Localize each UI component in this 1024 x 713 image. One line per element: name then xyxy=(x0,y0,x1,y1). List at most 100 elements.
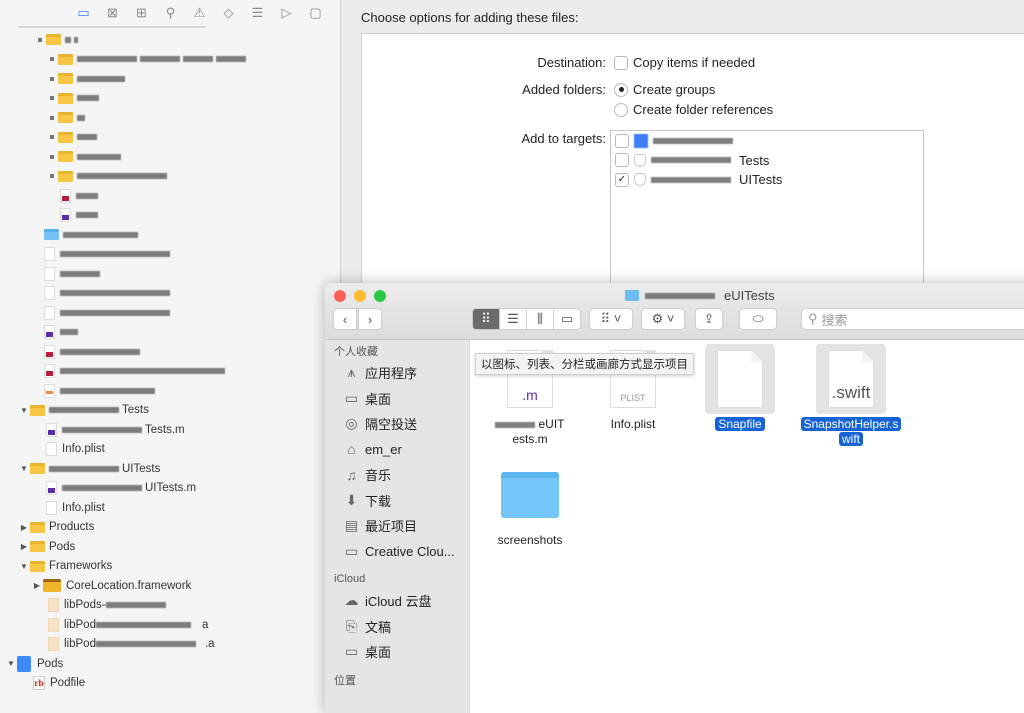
disclosure-collapsed-icon[interactable]: ▶ xyxy=(18,523,30,532)
tags-button[interactable]: ⬭ xyxy=(739,308,777,330)
folder-icon[interactable]: ▭ xyxy=(74,5,93,21)
radio[interactable] xyxy=(614,102,628,117)
disclosure-expanded-icon[interactable]: ▼ xyxy=(18,464,30,473)
tree-row[interactable]: Info.plist xyxy=(0,498,340,518)
disclosure-expanded-icon[interactable]: ▼ xyxy=(5,659,17,668)
sidebar-item-icloud-desktop[interactable]: ▭ 桌面 xyxy=(325,639,469,665)
sidebar-item-downloads[interactable]: ⬇ 下载 xyxy=(325,488,469,514)
file-item-snapfile[interactable]: Snapfile xyxy=(695,344,785,432)
warning-icon[interactable]: ⚠ xyxy=(190,5,209,21)
tree-row[interactable] xyxy=(0,323,340,343)
gear-icon[interactable]: ⚙ ˅ xyxy=(641,308,685,330)
tree-row[interactable] xyxy=(0,128,340,148)
back-button[interactable]: ‹ xyxy=(333,308,357,330)
close-button[interactable] xyxy=(334,290,346,302)
target-checkbox[interactable] xyxy=(615,153,629,168)
tag-icon[interactable]: ⬭ xyxy=(739,308,777,330)
tree-row-tests-group[interactable]: ▼ Tests xyxy=(0,401,340,421)
tree-row[interactable] xyxy=(0,108,340,128)
action-button[interactable]: ⚙ ˅ xyxy=(641,308,685,330)
sidebar-item-desktop[interactable]: ▭ 桌面 xyxy=(325,386,469,412)
disclosure-collapsed-icon[interactable]: ▶ xyxy=(18,542,30,551)
tree-row-pods-group[interactable]: ▶ Pods xyxy=(0,537,340,557)
group-button[interactable]: ⠿ ˅ xyxy=(589,308,633,330)
sidebar-item-applications[interactable]: ⩚ 应用程序 xyxy=(325,360,469,386)
sidebar-item-music[interactable]: ♫ 音乐 xyxy=(325,462,469,488)
target-row-tests[interactable]: Tests xyxy=(611,151,923,171)
tree-row-products[interactable]: ▶ Products xyxy=(0,518,340,538)
folder-item-screenshots[interactable]: screenshots xyxy=(485,460,575,548)
target-row-uitests[interactable]: ✓ UITests xyxy=(611,170,923,190)
tree-row[interactable] xyxy=(0,264,340,284)
sidebar-item-airdrop[interactable]: ◎ 隔空投送 xyxy=(325,411,469,437)
desktop-icon: ▭ xyxy=(344,643,359,660)
search-icon[interactable]: ⚲ xyxy=(161,5,180,21)
tree-row[interactable] xyxy=(0,342,340,362)
search-field[interactable]: ⚲ 搜索 xyxy=(801,308,1024,330)
group-by-icon[interactable]: ⠿ ˅ xyxy=(589,308,633,330)
sidebar-item-icloud-drive[interactable]: ☁ iCloud 云盘 xyxy=(325,588,469,614)
tree-row[interactable] xyxy=(0,381,340,401)
recents-icon: ▤ xyxy=(344,517,359,534)
sidebar-item-recents[interactable]: ▤ 最近项目 xyxy=(325,513,469,539)
checkbox[interactable] xyxy=(614,55,628,70)
target-checkbox-checked[interactable]: ✓ xyxy=(615,172,629,187)
sidebar-item-documents[interactable]: ⎘ 文稿 xyxy=(325,614,469,640)
tree-row[interactable] xyxy=(0,50,340,70)
icon-view-button[interactable]: ⠿ xyxy=(472,308,500,330)
tree-row[interactable]: Info.plist xyxy=(0,440,340,460)
tree-row[interactable] xyxy=(0,303,340,323)
source-control-icon[interactable]: ⊠ xyxy=(103,5,122,21)
create-groups-radio[interactable]: Create groups xyxy=(614,82,715,97)
tree-row[interactable] xyxy=(0,206,340,226)
tree-row-frameworks[interactable]: ▼ Frameworks xyxy=(0,557,340,577)
forward-button[interactable]: › xyxy=(358,308,382,330)
tree-row[interactable] xyxy=(0,30,340,50)
sidebar-item-home[interactable]: ⌂ em_er xyxy=(325,437,469,463)
tree-row-podfile[interactable]: rb Podfile xyxy=(0,674,340,694)
objc-file-icon xyxy=(44,325,55,340)
share-button[interactable]: ⇪ xyxy=(695,308,723,330)
list-view-button[interactable]: ☰ xyxy=(499,308,527,330)
column-view-button[interactable]: ⫼ xyxy=(526,308,554,330)
report-list-icon[interactable]: ☰ xyxy=(248,5,267,21)
folder-icon xyxy=(625,290,639,301)
comment-icon[interactable]: ▢ xyxy=(306,5,325,21)
target-checkbox[interactable] xyxy=(615,133,629,148)
tree-row[interactable]: Tests.m xyxy=(0,420,340,440)
tree-row[interactable]: libPod .a xyxy=(0,635,340,655)
tree-row[interactable]: libPods- xyxy=(0,596,340,616)
tree-row[interactable] xyxy=(0,89,340,109)
tree-row-uitests-group[interactable]: ▼ UITests xyxy=(0,459,340,479)
disclosure-expanded-icon[interactable]: ▼ xyxy=(18,406,30,415)
tree-row-pods-project[interactable]: ▼ Pods xyxy=(0,654,340,674)
tree-row[interactable] xyxy=(0,186,340,206)
sidebar-item-creative-cloud[interactable]: ▭ Creative Clou... xyxy=(325,539,469,565)
share-icon[interactable]: ⇪ xyxy=(695,308,723,330)
minimize-button[interactable] xyxy=(354,290,366,302)
view-mode-segmented: ⠿ ☰ ⫼ ▭ xyxy=(472,308,581,330)
tree-row[interactable] xyxy=(0,147,340,167)
tree-row[interactable] xyxy=(0,69,340,89)
tree-row-corelocation[interactable]: ▶ CoreLocation.framework xyxy=(0,576,340,596)
copy-items-checkbox[interactable]: Copy items if needed xyxy=(614,55,755,70)
tag-icon[interactable]: ▷ xyxy=(277,5,296,21)
folder-icon xyxy=(30,560,45,572)
tree-row[interactable] xyxy=(0,225,340,245)
disclosure-collapsed-icon[interactable]: ▶ xyxy=(31,581,43,590)
file-item-snapshothelper-swift[interactable]: .swift SnapshotHelper.s wift xyxy=(791,344,911,447)
tree-row[interactable]: UITests.m xyxy=(0,479,340,499)
gallery-view-button[interactable]: ▭ xyxy=(553,308,581,330)
hierarchy-icon[interactable]: ⊞ xyxy=(132,5,151,21)
tree-row[interactable] xyxy=(0,245,340,265)
create-folder-references-radio[interactable]: Create folder references xyxy=(614,102,773,117)
breakpoint-diamond-icon[interactable]: ◇ xyxy=(219,5,238,21)
tree-row[interactable] xyxy=(0,167,340,187)
zoom-button[interactable] xyxy=(374,290,386,302)
disclosure-expanded-icon[interactable]: ▼ xyxy=(18,562,30,571)
target-row-app[interactable] xyxy=(611,131,923,151)
tree-row[interactable] xyxy=(0,284,340,304)
radio-selected[interactable] xyxy=(614,82,628,97)
tree-row[interactable] xyxy=(0,362,340,382)
tree-row[interactable]: libPod a xyxy=(0,615,340,635)
